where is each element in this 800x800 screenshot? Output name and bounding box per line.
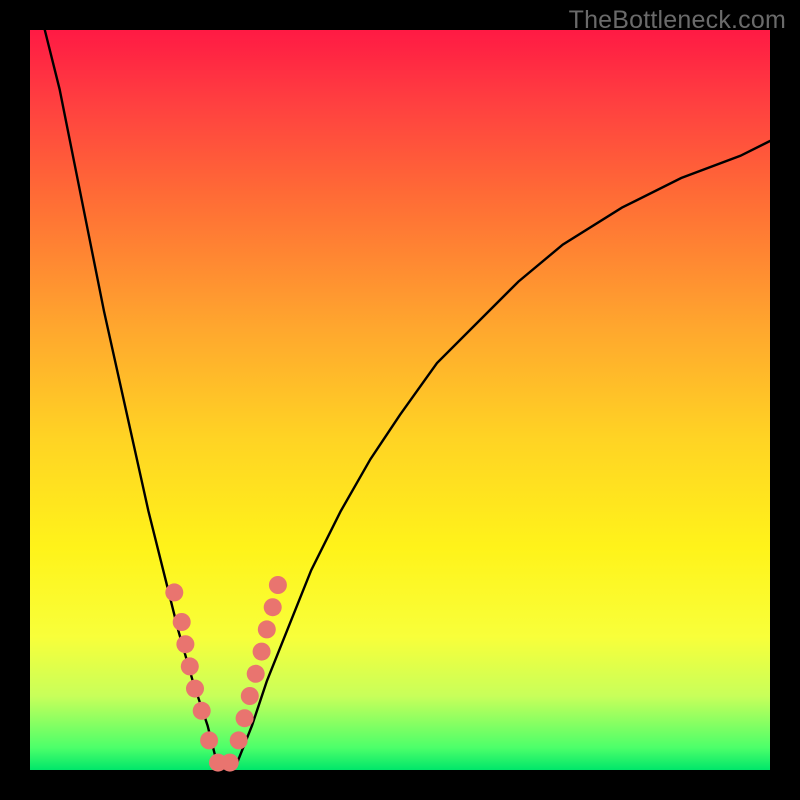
marker-dot [236, 709, 254, 727]
marker-dot [173, 613, 191, 631]
watermark-text: TheBottleneck.com [569, 6, 786, 35]
marker-dot [230, 731, 248, 749]
marker-dot [165, 583, 183, 601]
marker-dot [181, 657, 199, 675]
marker-dot [241, 687, 259, 705]
marker-dot [258, 620, 276, 638]
bottleneck-curve-right [230, 141, 770, 770]
plot-area [30, 30, 770, 770]
marker-dot [264, 598, 282, 616]
chart-overlay [30, 30, 770, 770]
marker-dot [176, 635, 194, 653]
outer-frame: TheBottleneck.com [0, 0, 800, 800]
bottleneck-curve-left [45, 30, 230, 770]
marker-dot [193, 702, 211, 720]
marker-dot [221, 754, 239, 772]
marker-dot [247, 665, 265, 683]
marker-dot [200, 731, 218, 749]
marker-dot [253, 643, 271, 661]
marker-dot [269, 576, 287, 594]
marker-dot [186, 680, 204, 698]
